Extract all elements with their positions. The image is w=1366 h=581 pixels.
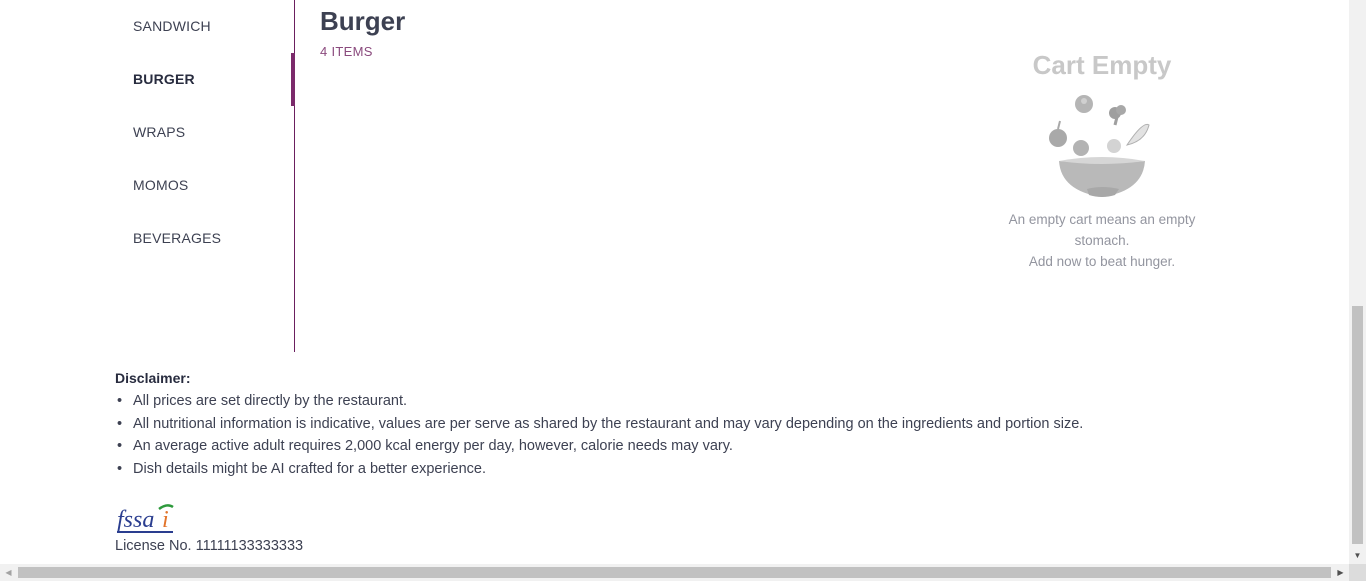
vertical-scrollbar-thumb[interactable] [1352,306,1363,544]
category-nav: SANDWICH BURGER WRAPS MOMOS BEVERAGES [115,0,295,352]
scrollbar-corner [1349,564,1366,581]
category-item-beverages[interactable]: BEVERAGES [133,230,221,246]
disclaimer-item: Dish details might be AI crafted for a b… [115,458,1265,481]
disclaimer-item: All prices are set directly by the resta… [115,390,1265,413]
disclaimer-title: Disclaimer: [115,370,191,386]
category-item-wraps[interactable]: WRAPS [133,124,185,140]
svg-text:i: i [162,507,169,533]
category-item-momos[interactable]: MOMOS [133,177,188,193]
cart-empty-title: Cart Empty [1032,50,1172,80]
svg-text:fssa: fssa [117,507,154,533]
fssai-license-number: License No. 11111133333333 [115,538,304,554]
horizontal-scrollbar-thumb[interactable] [18,567,1331,578]
menu-section-title: Burger [320,6,406,36]
horizontal-scrollbar[interactable]: ◀ ▶ [0,564,1366,581]
scroll-right-arrow-icon[interactable]: ▶ [1332,564,1349,581]
cart-panel: Cart Empty An empty cart means an empty … [990,50,1214,272]
category-item-sandwich[interactable]: SANDWICH [133,18,211,34]
category-active-indicator [291,53,295,106]
scroll-down-arrow-icon[interactable]: ▼ [1349,547,1366,564]
disclaimer-section: Disclaimer: All prices are set directly … [115,370,1265,480]
disclaimer-item: All nutritional information is indicativ… [115,413,1265,436]
empty-bowl-icon [1049,95,1150,197]
disclaimer-list: All prices are set directly by the resta… [115,390,1265,480]
fssai-logo: fssa i [117,504,174,533]
disclaimer-item: An average active adult requires 2,000 k… [115,435,1265,458]
vertical-scrollbar[interactable]: ▼ [1349,0,1366,564]
cart-empty-message: An empty cart means an empty stomach. [1008,212,1196,248]
cart-empty-cta-text: Add now to beat hunger. [1028,254,1176,269]
scroll-left-arrow-icon[interactable]: ◀ [0,564,17,581]
category-item-burger[interactable]: BURGER [133,71,195,87]
menu-item-count: 4 ITEMS [320,44,373,59]
